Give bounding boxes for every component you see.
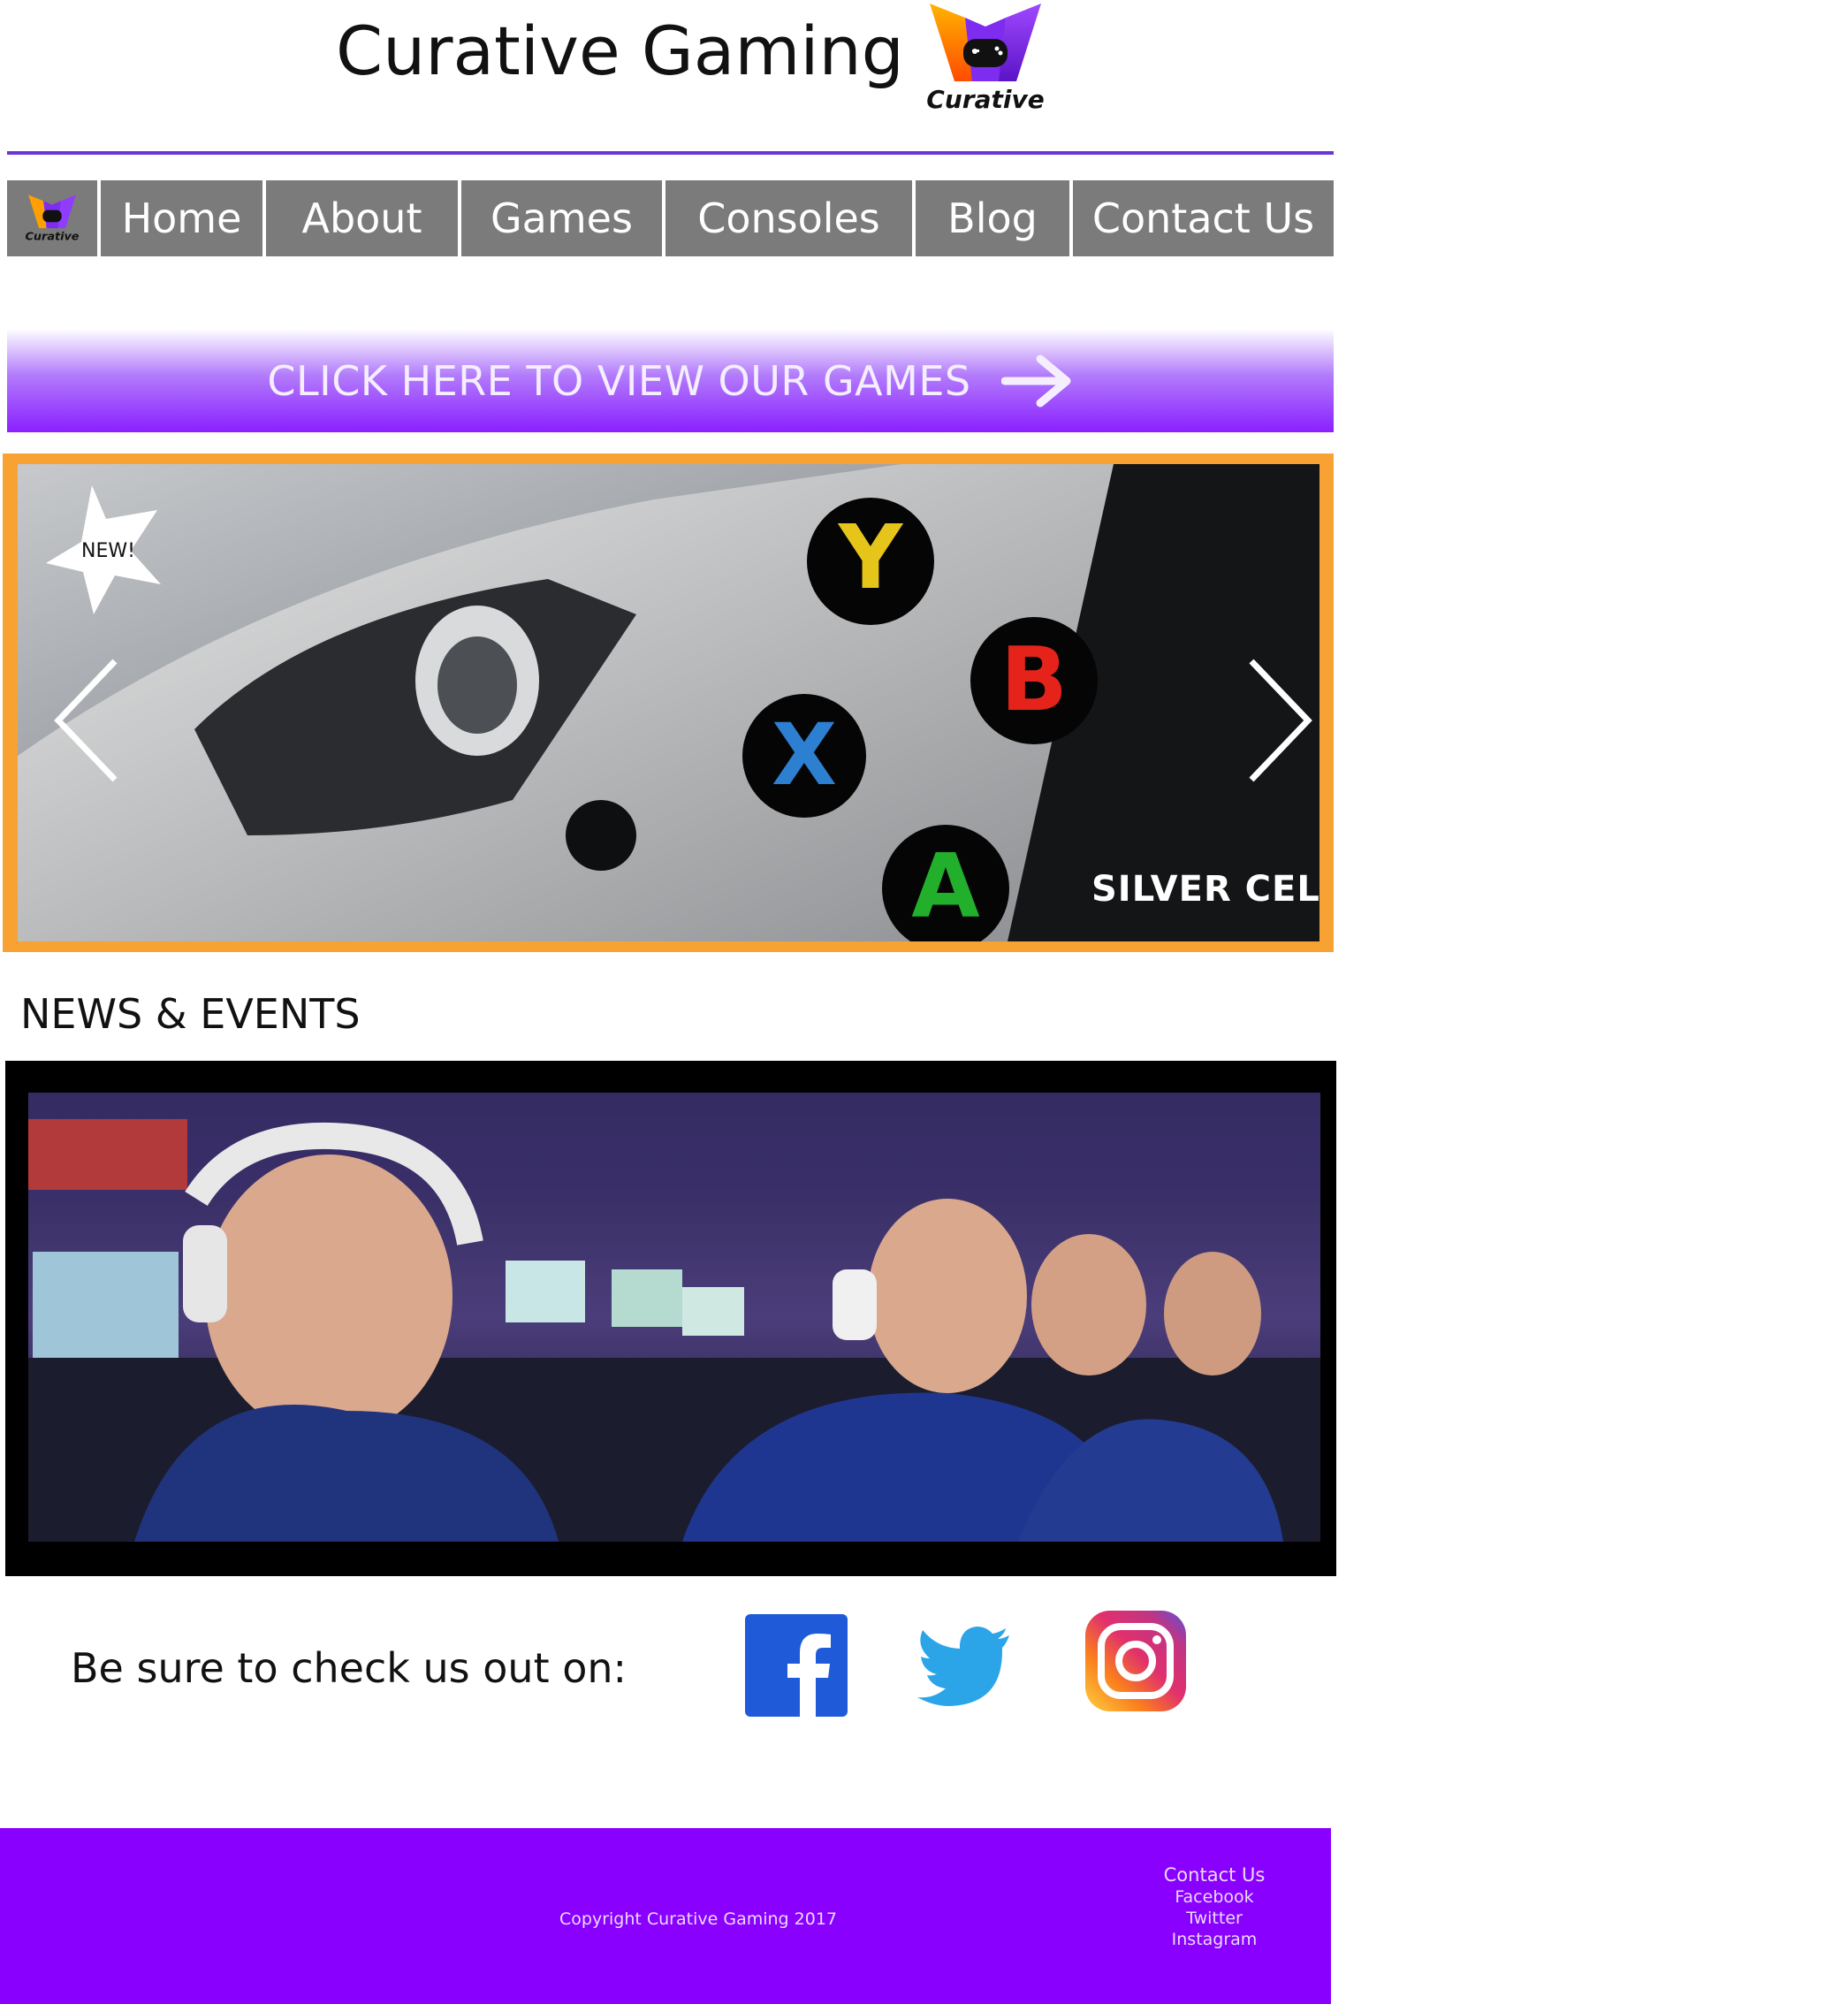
nav-blog[interactable]: Blog (916, 180, 1069, 256)
new-badge-label: NEW! (81, 540, 135, 562)
twitter-link[interactable] (917, 1627, 1011, 1706)
svg-text:B: B (1000, 628, 1068, 731)
controller-slide-image[interactable]: Y B X A NEW! SILVER CELL (18, 464, 1319, 941)
svg-text:Y: Y (838, 506, 904, 609)
instagram-link[interactable] (1085, 1611, 1186, 1711)
svg-text:X: X (772, 705, 837, 804)
nav-games[interactable]: Games (461, 180, 662, 256)
footer-link-facebook[interactable]: Facebook (1149, 1886, 1280, 1908)
chevron-right-icon[interactable] (1237, 654, 1317, 787)
twitter-icon (917, 1627, 1009, 1706)
main-nav: Curative Home About Games Consoles Blog … (7, 180, 1334, 256)
news-events-frame (5, 1061, 1336, 1576)
site-title: Curative Gaming (336, 11, 904, 90)
nav-home[interactable]: Home (101, 180, 262, 256)
header-divider (7, 151, 1334, 155)
nav-consoles[interactable]: Consoles (665, 180, 912, 256)
nav-logo-text: Curative (26, 231, 80, 244)
curative-logo[interactable]: Curative (919, 0, 1052, 117)
esports-event-image[interactable] (28, 1093, 1320, 1542)
featured-slideshow: Y B X A NEW! SILVER CELL (3, 453, 1334, 952)
instagram-icon (1085, 1611, 1186, 1711)
facebook-link[interactable] (745, 1614, 848, 1717)
logo-graphic: Curative (926, 4, 1045, 114)
chevron-left-icon[interactable] (49, 654, 129, 787)
footer-links: Contact Us Facebook Twitter Instagram (1149, 1863, 1280, 1950)
footer-link-twitter[interactable]: Twitter (1149, 1908, 1280, 1929)
social-callout: Be sure to check us out on: (71, 1644, 627, 1692)
logo-text: Curative (926, 85, 1044, 114)
footer-link-instagram[interactable]: Instagram (1149, 1929, 1280, 1950)
banner-label: CLICK HERE TO VIEW OUR GAMES (267, 356, 971, 405)
arrow-right-icon (1000, 354, 1071, 407)
facebook-icon (745, 1614, 848, 1717)
esports-photo (28, 1093, 1320, 1542)
site-footer: Copyright Curative Gaming 2017 Contact U… (0, 1828, 1331, 2004)
copyright-text: Copyright Curative Gaming 2017 (559, 1909, 837, 1929)
nav-about[interactable]: About (266, 180, 458, 256)
svg-text:A: A (911, 834, 979, 938)
news-heading: NEWS & EVENTS (20, 990, 361, 1038)
nav-logo-button[interactable]: Curative (7, 180, 97, 256)
nav-contact-us[interactable]: Contact Us (1073, 180, 1334, 256)
view-games-banner[interactable]: CLICK HERE TO VIEW OUR GAMES (7, 329, 1334, 432)
nav-logo-icon: Curative (26, 194, 80, 244)
footer-link-contact-us[interactable]: Contact Us (1149, 1863, 1280, 1886)
slide-caption: SILVER CELL (1091, 869, 1319, 910)
